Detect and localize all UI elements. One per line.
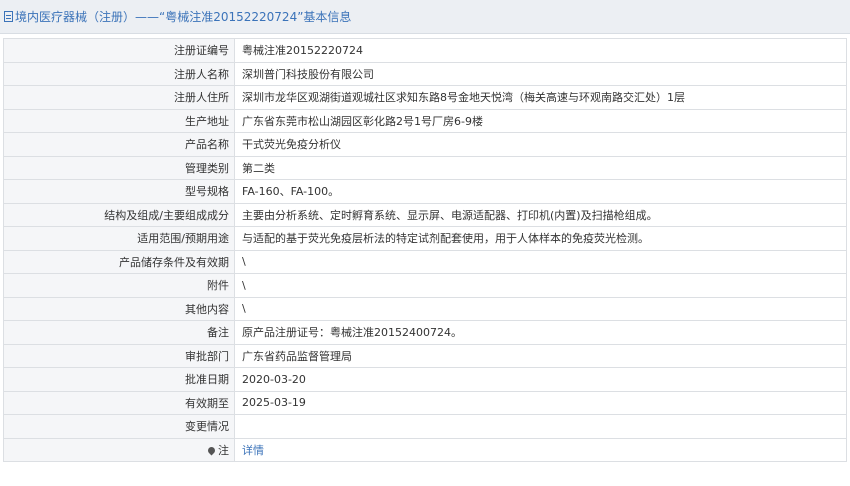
field-value: 2020-03-20 — [234, 367, 847, 392]
field-value: 第二类 — [234, 155, 847, 180]
note-value-cell: 详情 — [234, 437, 847, 462]
field-label: 备注 — [3, 320, 235, 345]
table-row: 注册证编号 粤械注准20152220724 — [3, 38, 847, 63]
field-label: 产品名称 — [3, 132, 235, 157]
field-value: 干式荧光免疫分析仪 — [234, 132, 847, 157]
field-label: 产品储存条件及有效期 — [3, 249, 235, 274]
field-label: 型号规格 — [3, 179, 235, 204]
table-row: 注册人名称 深圳普门科技股份有限公司 — [3, 61, 847, 86]
registration-detail-table: 注册证编号 粤械注准20152220724 注册人名称 深圳普门科技股份有限公司 注册人… — [3, 38, 847, 462]
field-label: 变更情况 — [3, 414, 235, 439]
field-label: 批准日期 — [3, 367, 235, 392]
field-label: 审批部门 — [3, 343, 235, 368]
field-value: 原产品注册证号：粤械注准20152400724。 — [234, 320, 847, 345]
table-row: 产品名称 干式荧光免疫分析仪 — [3, 132, 847, 157]
detail-link[interactable]: 详情 — [242, 444, 264, 457]
field-value: 与适配的基于荧光免疫层析法的特定试剂配套使用，用于人体样本的免疫荧光检测。 — [234, 226, 847, 251]
table-row: 管理类别 第二类 — [3, 155, 847, 180]
table-row: 其他内容 \ — [3, 296, 847, 321]
note-label-cell: 注 — [3, 437, 235, 462]
table-row: 生产地址 广东省东莞市松山湖园区彰化路2号1号厂房6-9楼 — [3, 108, 847, 133]
field-label: 注册证编号 — [3, 38, 235, 63]
field-value: 深圳普门科技股份有限公司 — [234, 61, 847, 86]
field-value: \ — [234, 249, 847, 274]
field-value: \ — [234, 273, 847, 298]
document-icon — [4, 11, 13, 22]
field-label: 其他内容 — [3, 296, 235, 321]
table-row: 结构及组成/主要组成成分 主要由分析系统、定时孵育系统、显示屏、电源适配器、打印机… — [3, 202, 847, 227]
page-title: 境内医疗器械（注册）——“粤械注准20152220724”基本信息 — [15, 10, 352, 24]
field-label: 生产地址 — [3, 108, 235, 133]
field-value: 粤械注准20152220724 — [234, 38, 847, 63]
field-value: 深圳市龙华区观湖街道观城社区求知东路8号金地天悦湾（梅关高速与环观南路交汇处）1… — [234, 85, 847, 110]
note-label: 注 — [218, 443, 229, 457]
page-header: 境内医疗器械（注册）——“粤械注准20152220724”基本信息 — [0, 0, 850, 34]
field-value: 主要由分析系统、定时孵育系统、显示屏、电源适配器、打印机(内置)及扫描枪组成。 — [234, 202, 847, 227]
table-row: 有效期至 2025-03-19 — [3, 390, 847, 415]
table-row: 注册人住所 深圳市龙华区观湖街道观城社区求知东路8号金地天悦湾（梅关高速与环观南路… — [3, 85, 847, 110]
table-row-note: 注 详情 — [3, 437, 847, 462]
field-label: 注册人住所 — [3, 85, 235, 110]
table-body: 注册证编号 粤械注准20152220724 注册人名称 深圳普门科技股份有限公司 注册人… — [3, 38, 847, 439]
table-row: 型号规格 FA-160、FA-100。 — [3, 179, 847, 204]
field-label: 注册人名称 — [3, 61, 235, 86]
field-value: FA-160、FA-100。 — [234, 179, 847, 204]
field-value — [234, 414, 847, 439]
field-label: 适用范围/预期用途 — [3, 226, 235, 251]
field-value: 2025-03-19 — [234, 390, 847, 415]
field-value: 广东省东莞市松山湖园区彰化路2号1号厂房6-9楼 — [234, 108, 847, 133]
field-value: \ — [234, 296, 847, 321]
field-label: 管理类别 — [3, 155, 235, 180]
field-value: 广东省药品监督管理局 — [234, 343, 847, 368]
pin-icon — [206, 445, 217, 456]
table-row: 审批部门 广东省药品监督管理局 — [3, 343, 847, 368]
field-label: 附件 — [3, 273, 235, 298]
table-row: 产品储存条件及有效期 \ — [3, 249, 847, 274]
field-label: 有效期至 — [3, 390, 235, 415]
note-section: 注 详情 — [3, 437, 847, 462]
table-row: 备注 原产品注册证号：粤械注准20152400724。 — [3, 320, 847, 345]
table-row: 适用范围/预期用途 与适配的基于荧光免疫层析法的特定试剂配套使用，用于人体样本的免… — [3, 226, 847, 251]
table-row: 批准日期 2020-03-20 — [3, 367, 847, 392]
table-row: 附件 \ — [3, 273, 847, 298]
field-label: 结构及组成/主要组成成分 — [3, 202, 235, 227]
table-row: 变更情况 — [3, 414, 847, 439]
